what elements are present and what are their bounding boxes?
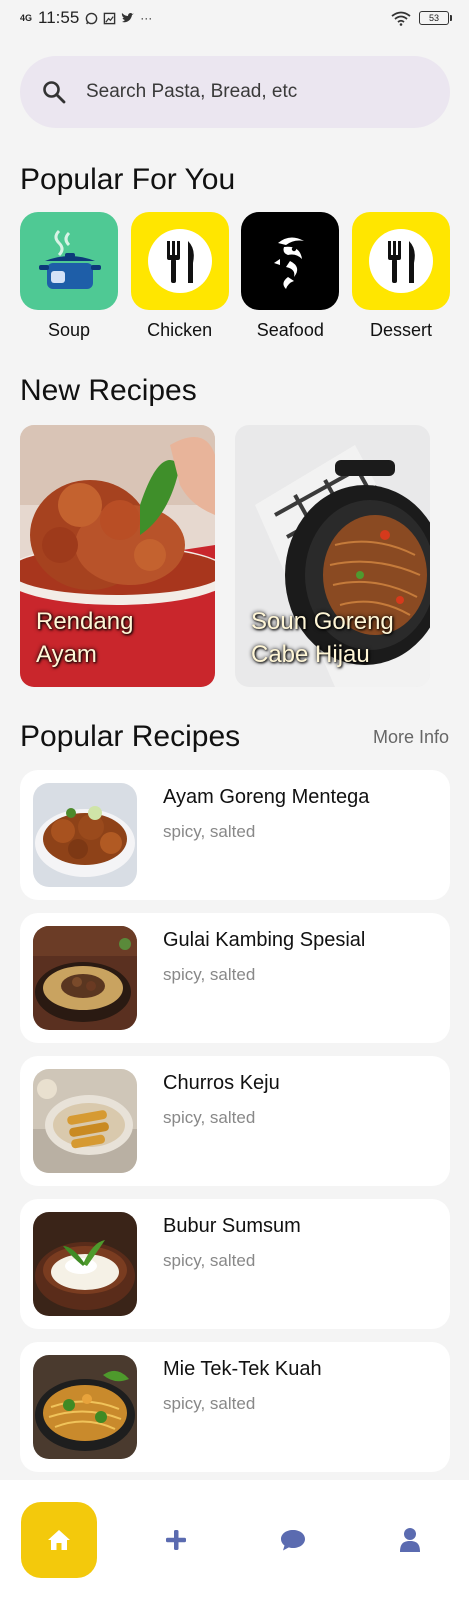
- user-icon: [400, 1528, 421, 1552]
- plus-icon: [165, 1530, 186, 1550]
- status-right: 53: [391, 11, 452, 26]
- network-label: 4G: [20, 12, 33, 23]
- recipe-tags: spicy, salted: [163, 1108, 256, 1127]
- category-tile[interactable]: [351, 212, 450, 310]
- recipe-card[interactable]: Rendang Ayam: [20, 425, 215, 687]
- category-label: Soup: [47, 320, 91, 340]
- list-item[interactable]: Gulai Kambing Spesial spicy, salted: [20, 913, 450, 1043]
- notification-icons: ···: [85, 11, 152, 25]
- fish-icon: [274, 237, 305, 289]
- popular-for-you-title: Popular For You: [20, 163, 236, 196]
- category-label: Chicken: [147, 320, 213, 340]
- battery-icon: 53: [419, 11, 452, 25]
- recipe-thumbnail: [33, 1069, 137, 1173]
- recipe-title: Ayam Goreng Mentega: [163, 786, 370, 808]
- category-label: Seafood: [256, 320, 324, 340]
- battery-level: 53: [428, 13, 439, 23]
- gallery-icon: [103, 12, 116, 24]
- fork-knife-icon: [147, 229, 212, 293]
- category-dessert[interactable]: Dessert: [351, 212, 450, 342]
- list-item[interactable]: Ayam Goreng Mentega spicy, salted: [20, 770, 450, 900]
- nav-profile-button[interactable]: [372, 1502, 448, 1578]
- twitter-icon: [122, 12, 135, 23]
- more-info-link[interactable]: More Info: [373, 727, 449, 748]
- category-tile[interactable]: [20, 212, 118, 310]
- category-row: Soup Chicken Seafood Dessert: [20, 212, 450, 342]
- recipe-thumbnail: [33, 1355, 137, 1459]
- wifi-icon: [391, 11, 411, 26]
- list-item[interactable]: Bubur Sumsum spicy, salted: [20, 1199, 450, 1329]
- popular-recipes-title: Popular Recipes: [20, 720, 241, 753]
- recipe-thumbnail: [33, 1212, 137, 1316]
- new-recipes-carousel[interactable]: Rendang Ayam Soun Goreng Cabe Hijau: [20, 425, 469, 687]
- recipe-tags: spicy, salted: [163, 1394, 256, 1413]
- recipe-title: Gulai Kambing Spesial: [163, 929, 366, 951]
- recipe-name: Rendang Ayam: [36, 608, 134, 668]
- category-tile[interactable]: [241, 212, 340, 310]
- home-screen: 4G 11:55 ··· 53 Search Pasta, Bread, etc…: [0, 0, 469, 1600]
- list-item[interactable]: Mie Tek-Tek Kuah spicy, salted: [20, 1342, 450, 1472]
- more-dots-icon: ···: [140, 11, 153, 25]
- recipe-title: Churros Keju: [163, 1072, 280, 1094]
- status-left: 4G 11:55 ···: [20, 8, 152, 28]
- bottom-navigation: [0, 1480, 469, 1600]
- category-soup[interactable]: Soup: [20, 212, 118, 342]
- recipe-card[interactable]: Soun Goreng Cabe Hijau: [235, 425, 430, 687]
- recipe-thumbnail: [33, 783, 137, 887]
- search-icon: [43, 81, 66, 104]
- recipe-tags: spicy, salted: [163, 1251, 256, 1270]
- nav-home-button[interactable]: [20, 1502, 97, 1578]
- recipe-thumbnail: [33, 926, 137, 1030]
- chat-icon: [281, 1530, 306, 1551]
- recipe-title: Mie Tek-Tek Kuah: [163, 1358, 322, 1380]
- nav-add-button[interactable]: [138, 1502, 214, 1578]
- search-input[interactable]: [86, 81, 406, 103]
- category-seafood[interactable]: Seafood: [241, 212, 340, 342]
- recipe-title: Bubur Sumsum: [163, 1215, 301, 1237]
- recipe-tags: spicy, salted: [163, 965, 256, 984]
- search-bar[interactable]: [20, 56, 450, 128]
- popular-recipes-list: Ayam Goreng Mentega spicy, salted Gulai …: [20, 770, 450, 1485]
- home-icon: [47, 1530, 70, 1550]
- status-bar: 4G 11:55 ··· 53: [0, 0, 469, 36]
- new-recipes-title: New Recipes: [20, 374, 197, 407]
- recipe-name: Soun Goreng Cabe Hijau: [251, 608, 394, 668]
- fork-knife-icon: [368, 229, 433, 293]
- whatsapp-icon: [85, 12, 98, 24]
- recipe-tags: spicy, salted: [163, 822, 256, 841]
- list-item[interactable]: Churros Keju spicy, salted: [20, 1056, 450, 1186]
- category-label: Dessert: [369, 320, 432, 340]
- nav-chat-button[interactable]: [255, 1502, 331, 1578]
- status-time: 11:55: [38, 8, 80, 27]
- category-tile[interactable]: [130, 212, 229, 310]
- pot-icon: [39, 229, 101, 289]
- category-chicken[interactable]: Chicken: [130, 212, 229, 342]
- network-indicator: 4G: [20, 12, 33, 23]
